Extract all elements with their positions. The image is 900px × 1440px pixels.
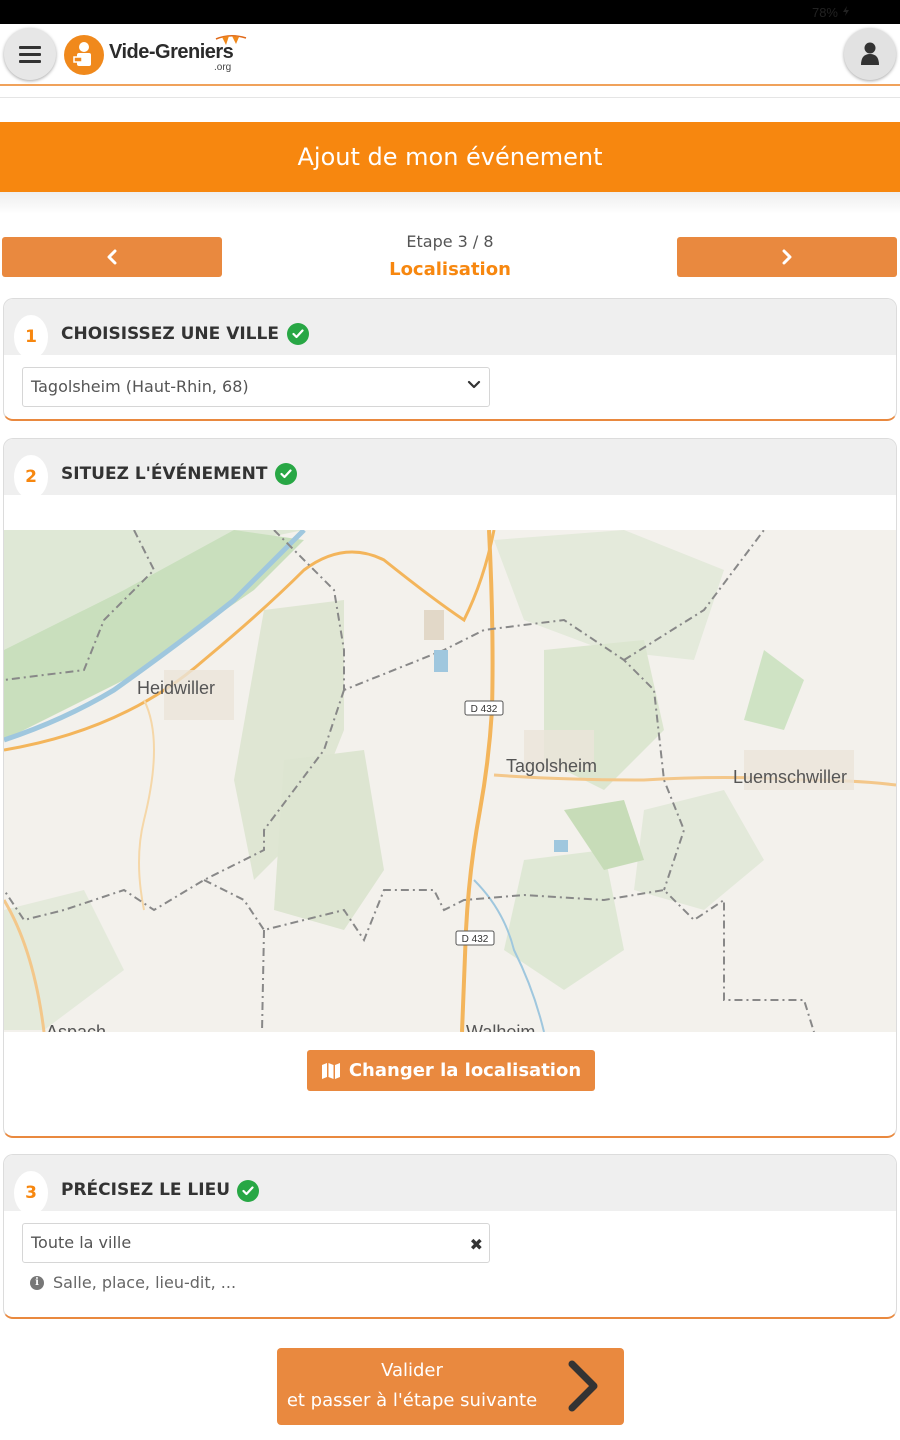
place-section: 3 PRÉCISEZ LE LIEU Toute la ville ✖ i Sa… (3, 1154, 897, 1319)
section-number: 2 (14, 455, 48, 499)
user-icon (861, 42, 879, 65)
page-title: Ajout de mon événement (297, 143, 603, 171)
map-place-label: Walheim (466, 1022, 535, 1032)
chevron-down-icon (467, 380, 481, 389)
validate-label: Valider (381, 1360, 443, 1381)
change-location-label: Changer la localisation (348, 1060, 582, 1081)
place-input[interactable]: Toute la ville ✖ (22, 1223, 490, 1263)
map-icon (321, 1062, 340, 1079)
banner-shadow (0, 192, 900, 214)
map-road-label: D 432 (471, 704, 498, 715)
step-indicator: Etape 3 / 8 Localisation (300, 232, 600, 280)
chevron-left-icon (107, 249, 117, 265)
section-number: 1 (14, 315, 48, 359)
chevron-right-icon (782, 249, 792, 265)
map-place-label: Heidwiller (137, 678, 215, 698)
check-icon (287, 323, 309, 345)
section-title: PRÉCISEZ LE LIEU (61, 1180, 231, 1200)
check-icon (237, 1180, 259, 1202)
section-title: SITUEZ L'ÉVÉNEMENT (61, 464, 268, 484)
section-title: CHOISISSEZ UNE VILLE (61, 324, 279, 344)
hamburger-icon (19, 42, 41, 67)
section-number: 3 (14, 1171, 48, 1215)
change-location-button[interactable]: Changer la localisation (307, 1050, 595, 1091)
clear-icon[interactable]: ✖ (470, 1235, 483, 1254)
next-step-button[interactable] (677, 237, 897, 277)
status-bar: 78% (0, 0, 900, 24)
validate-next-button[interactable]: Valider et passer à l'étape suivante (277, 1348, 624, 1425)
page-title-banner: Ajout de mon événement (0, 122, 900, 192)
map-road-label: D 432 (462, 934, 489, 945)
place-hint: i Salle, place, lieu-dit, ... (30, 1273, 236, 1292)
map-place-label: Tagolsheim (506, 756, 597, 776)
user-account-button[interactable] (844, 28, 896, 80)
map-place-label: Luemschwiller (733, 767, 847, 787)
place-hint-text: Salle, place, lieu-dit, ... (53, 1273, 237, 1292)
brand-tld: .org (214, 62, 232, 73)
logo-bunting-icon (215, 35, 247, 45)
logo-figure-icon (73, 42, 91, 66)
step-name: Localisation (389, 259, 511, 280)
previous-step-button[interactable] (2, 237, 222, 277)
event-location-section: 2 SITUEZ L'ÉVÉNEMENT D 432 D 432 Heidwil… (3, 438, 897, 1138)
logo-badge (64, 35, 104, 75)
battery-level: 78% (811, 5, 838, 20)
place-input-value: Toute la ville (31, 1233, 132, 1252)
city-section: 1 CHOISISSEZ UNE VILLE Tagolsheim (Haut-… (3, 298, 897, 421)
battery-charging-icon (843, 6, 849, 16)
location-map[interactable]: D 432 D 432 Heidwiller Tagolsheim Luemsc… (4, 530, 896, 1032)
site-header: Vide-Greniers .org (0, 24, 900, 86)
info-icon: i (30, 1275, 44, 1290)
header-divider (0, 97, 900, 98)
city-select-value: Tagolsheim (Haut-Rhin, 68) (31, 377, 249, 396)
city-select[interactable]: Tagolsheim (Haut-Rhin, 68) (22, 367, 490, 407)
chevron-right-icon (568, 1360, 598, 1412)
check-icon (275, 463, 297, 485)
site-logo[interactable]: Vide-Greniers .org (64, 33, 254, 77)
step-counter: Etape 3 / 8 (406, 232, 494, 251)
map-place-label: Aspach (46, 1022, 106, 1032)
next-step-label: et passer à l'étape suivante (286, 1390, 538, 1411)
menu-button[interactable] (4, 28, 56, 80)
